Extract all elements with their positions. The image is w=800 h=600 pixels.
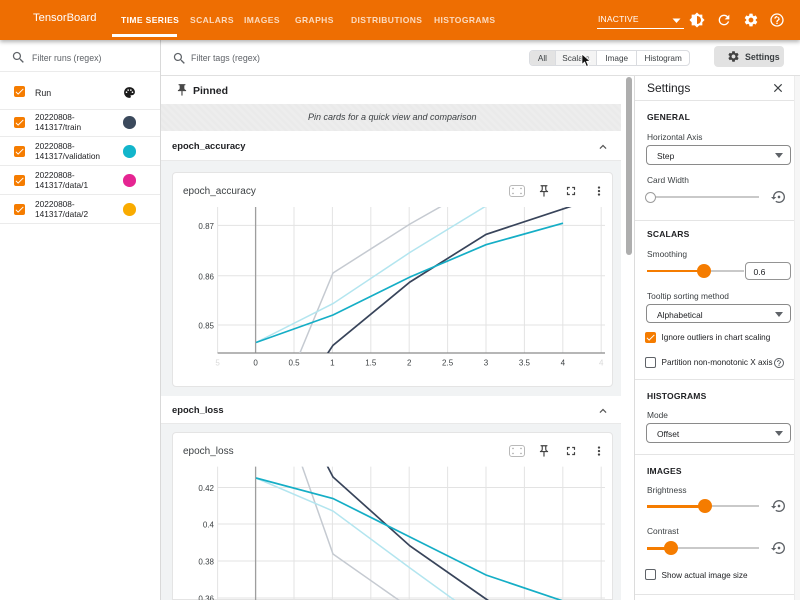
svg-text:4: 4 xyxy=(599,359,604,368)
svg-text:0.42: 0.42 xyxy=(198,484,214,493)
svg-text:0.38: 0.38 xyxy=(198,558,214,567)
svg-text:0.86: 0.86 xyxy=(198,272,214,281)
svg-text:0.5: 0.5 xyxy=(288,359,300,368)
svg-text:2.5: 2.5 xyxy=(442,359,454,368)
svg-text:0.87: 0.87 xyxy=(198,222,214,231)
svg-text:5: 5 xyxy=(215,359,220,368)
svg-text:1: 1 xyxy=(330,359,335,368)
svg-text:2: 2 xyxy=(407,359,412,368)
svg-text:4: 4 xyxy=(561,359,566,368)
svg-text:0.36: 0.36 xyxy=(198,595,214,600)
svg-text:1.5: 1.5 xyxy=(365,359,377,368)
svg-text:0.4: 0.4 xyxy=(203,521,215,530)
svg-text:0: 0 xyxy=(253,359,258,368)
svg-text:3: 3 xyxy=(484,359,489,368)
svg-text:0.85: 0.85 xyxy=(198,322,214,331)
svg-text:3.5: 3.5 xyxy=(519,359,531,368)
